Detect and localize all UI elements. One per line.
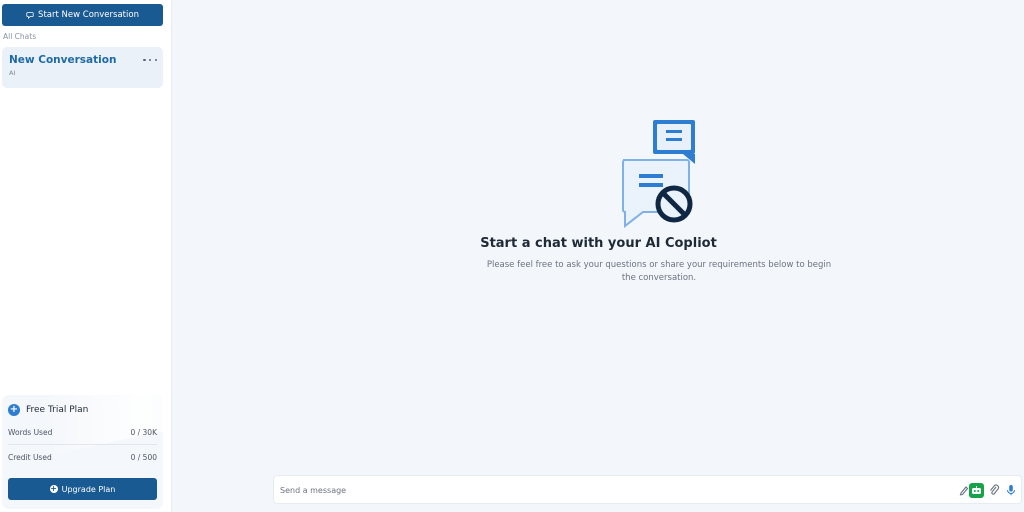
- message-composer: [273, 475, 1022, 504]
- empty-state-title: Start a chat with your AI Copliot: [480, 236, 717, 251]
- plus-circle-icon: +: [8, 404, 20, 416]
- words-used-row: Words Used 0 / 30K: [8, 428, 157, 437]
- chat-bubble-icon: [26, 12, 34, 19]
- sidebar: Start New Conversation All Chats New Con…: [0, 0, 172, 512]
- conversation-item[interactable]: New Conversation AI: [2, 47, 163, 88]
- credit-used-label: Credit Used: [8, 453, 52, 462]
- plus-icon: +: [49, 484, 58, 493]
- empty-chat-illustration-icon: [622, 120, 695, 228]
- credit-used-value: 0 / 500: [130, 453, 157, 462]
- message-input[interactable]: [280, 481, 950, 499]
- start-new-conversation-button[interactable]: Start New Conversation: [2, 4, 163, 26]
- upgrade-plan-label: Upgrade Plan: [61, 484, 116, 494]
- plan-card: + Free Trial Plan Words Used 0 / 30K Cre…: [2, 395, 163, 509]
- credit-used-row: Credit Used 0 / 500: [8, 453, 157, 462]
- words-used-label: Words Used: [8, 428, 53, 437]
- conversation-title: New Conversation: [9, 54, 117, 66]
- empty-state-subtitle: Please feel free to ask your questions o…: [486, 260, 832, 283]
- more-options-icon[interactable]: [143, 55, 157, 65]
- upgrade-plan-button[interactable]: + Upgrade Plan: [8, 478, 157, 500]
- microphone-icon[interactable]: [1005, 484, 1017, 496]
- words-used-value: 0 / 30K: [130, 428, 157, 437]
- plan-title: Free Trial Plan: [26, 405, 89, 415]
- paperclip-icon[interactable]: [988, 484, 1000, 496]
- main-panel: Start a chat with your AI Copliot Please…: [173, 0, 1024, 512]
- all-chats-label: All Chats: [3, 32, 37, 41]
- start-new-conversation-label: Start New Conversation: [38, 10, 139, 20]
- divider: [8, 444, 157, 445]
- bot-icon[interactable]: [969, 483, 984, 498]
- conversation-subtitle: AI: [9, 69, 16, 77]
